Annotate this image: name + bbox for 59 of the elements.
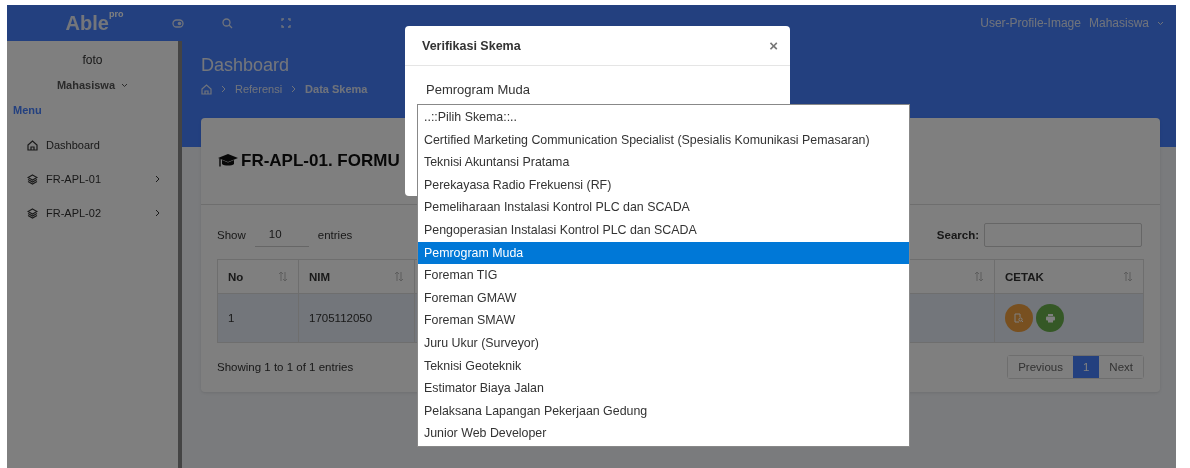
table-cell: 1	[217, 293, 299, 343]
profile-photo-alt-text: foto	[81, 53, 104, 67]
dropdown-option[interactable]: Foreman SMAW	[418, 309, 909, 332]
sort-icon	[278, 271, 288, 282]
role-menu[interactable]: Mahasiswa	[56, 79, 116, 91]
dropdown-option[interactable]: Foreman GMAW	[418, 286, 909, 310]
modal-title: Verifikasi Skema	[422, 38, 521, 53]
graduation-cap-icon	[217, 153, 239, 169]
toggle-icon[interactable]	[172, 18, 184, 28]
page-title: Dashboard	[201, 55, 291, 76]
page-length-select[interactable]: 10	[254, 223, 309, 247]
dropdown-option[interactable]: Juru Ukur (Surveyor)	[418, 331, 909, 355]
column-header[interactable]: NIM	[309, 270, 331, 283]
dropdown-option[interactable]: Pengoperasian Instalasi Kontrol PLC dan SCADA	[418, 218, 909, 242]
printer-icon	[1044, 313, 1056, 323]
home-icon[interactable]	[201, 83, 212, 95]
dropdown-option[interactable]: Teknisi Geoteknik	[418, 354, 909, 378]
profile-image-alt-text: User-Profile-Image	[980, 16, 1081, 30]
search-field[interactable]	[984, 223, 1142, 247]
dropdown-option[interactable]: Certified Marketing Communication Specialist (Spesialis Komunikasi Pemasaran)	[418, 128, 909, 152]
fullscreen-icon[interactable]	[281, 18, 291, 28]
sort-icon	[394, 271, 404, 282]
sidebar-item[interactable]: Dashboard	[46, 139, 160, 151]
layers-icon	[27, 173, 38, 185]
home-icon	[27, 139, 38, 151]
chevron-right-icon	[291, 85, 297, 93]
dropdown-option[interactable]: Pemrogram Muda	[418, 241, 909, 265]
layers-icon	[27, 207, 38, 219]
pagination-button[interactable]: 1	[1072, 356, 1100, 378]
sort-icon	[1123, 271, 1133, 282]
dropdown-option[interactable]: Teknisi Akuntansi Pratama	[418, 151, 909, 174]
dropdown-option[interactable]: ..::Pilih Skema::..	[418, 106, 909, 129]
table-info: Showing 1 to 1 of 1 entries	[217, 361, 354, 373]
close-button[interactable]: ×	[769, 37, 778, 54]
chevron-right-icon	[155, 175, 160, 183]
search-icon[interactable]	[222, 17, 233, 29]
dropdown-option[interactable]: Perekayasa Radio Frekuensi (RF)	[418, 173, 909, 197]
dropdown-option[interactable]: Junior Web Developer	[418, 422, 909, 445]
column-header[interactable]: No	[228, 270, 244, 283]
dropdown-option[interactable]: Pelaksana Lapangan Pekerjaan Gedung	[418, 399, 909, 423]
column-header[interactable]: CETAK	[1005, 270, 1044, 283]
sort-icon	[974, 271, 984, 282]
search-label: Search:	[936, 229, 979, 241]
table-cell: 1705112050	[298, 293, 415, 343]
chevron-down-icon[interactable]	[121, 82, 129, 88]
view-button[interactable]	[1005, 304, 1033, 332]
logo-superscript-text: pro	[108, 9, 124, 19]
sidebar-item[interactable]: FR-APL-01	[46, 173, 147, 185]
dropdown-option[interactable]: Estimator Biaya Jalan	[418, 377, 909, 400]
card-title: FR-APL-01. FORMU	[241, 151, 400, 171]
document-search-icon	[1014, 313, 1024, 323]
dropdown-option[interactable]: Pemeliharaan Instalasi Kontrol PLC dan SCADA	[418, 196, 909, 219]
chevron-right-icon	[155, 209, 160, 217]
sidebar-item[interactable]: FR-APL-02	[46, 207, 147, 219]
chevron-right-icon	[221, 85, 226, 93]
menu-heading: Menu	[12, 103, 43, 116]
show-label: Show	[217, 229, 246, 241]
print-button[interactable]	[1036, 304, 1064, 332]
entries-label: entries	[317, 229, 353, 241]
